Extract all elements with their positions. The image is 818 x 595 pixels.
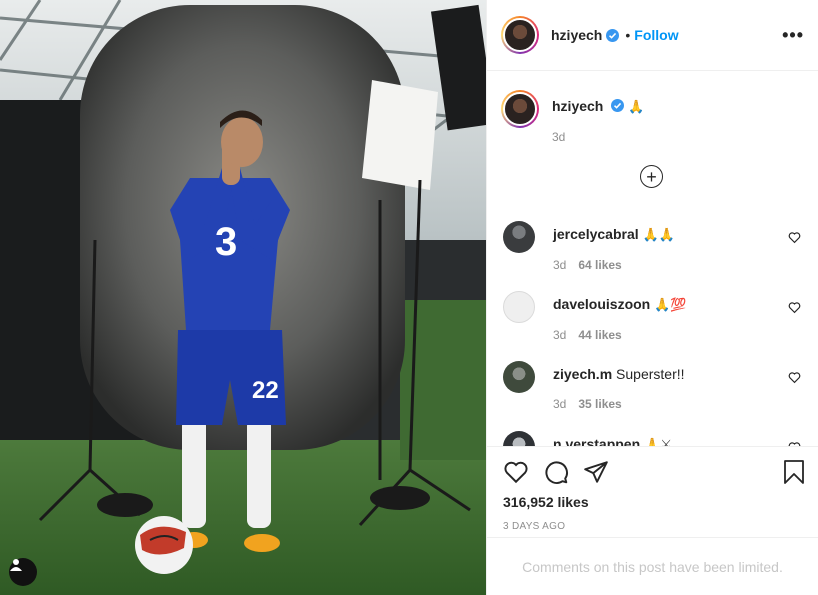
post-header: hziyech • Follow ••• <box>487 0 818 71</box>
comment-likes[interactable]: 35 likes <box>578 397 621 411</box>
comment-item: ziyech.m Superster!! 3d 35 likes <box>503 361 803 411</box>
comment-avatar[interactable] <box>503 221 535 253</box>
comment-text: 🙏💯 <box>654 298 687 313</box>
comment-username[interactable]: ziyech.m <box>553 366 612 382</box>
verified-badge-icon <box>606 28 620 42</box>
caption-text: 🙏 <box>628 100 645 115</box>
likes-count[interactable]: 316,952 likes <box>503 494 802 510</box>
comment-item: n.verstappen 🙏⚔ <box>503 431 803 446</box>
caption-avatar[interactable] <box>501 90 539 128</box>
heart-icon[interactable] <box>788 371 801 384</box>
comment-likes[interactable]: 64 likes <box>578 258 621 272</box>
comment-username[interactable]: jercelycabral <box>553 226 639 242</box>
comment-avatar[interactable] <box>503 431 535 446</box>
svg-text:22: 22 <box>252 377 279 404</box>
user-icon <box>10 559 22 571</box>
comment-time[interactable]: 3d <box>553 328 566 342</box>
comment-time[interactable]: 3d <box>553 258 566 272</box>
posted-time[interactable]: 3 DAYS AGO <box>503 521 802 532</box>
verified-badge-icon <box>611 99 625 112</box>
comment-text: 🙏🙏 <box>642 228 675 243</box>
comment-avatar[interactable] <box>503 361 535 393</box>
more-options-button[interactable]: ••• <box>782 25 804 46</box>
comment-text: 🙏⚔ <box>644 438 672 446</box>
post-photo[interactable]: 22 3 <box>0 0 486 595</box>
author-avatar[interactable] <box>501 16 539 54</box>
heart-icon[interactable] <box>503 459 529 485</box>
bookmark-icon[interactable] <box>782 459 806 485</box>
comment-icon[interactable] <box>543 459 569 485</box>
comment-username[interactable]: n.verstappen <box>553 436 640 446</box>
post-side-panel: hziyech • Follow ••• hziyech 🙏 3d + jerc… <box>486 0 818 595</box>
comment-time[interactable]: 3d <box>553 397 566 411</box>
heart-icon[interactable] <box>788 301 801 314</box>
comment-item: davelouiszoon 🙏💯 3d 44 likes <box>503 291 803 342</box>
photo-illustration: 22 3 <box>0 0 486 595</box>
caption-username[interactable]: hziyech <box>552 98 603 114</box>
comment-avatar[interactable] <box>503 291 535 323</box>
caption-time[interactable]: 3d <box>552 130 644 144</box>
comment-username[interactable]: davelouiszoon <box>553 296 650 312</box>
heart-icon[interactable] <box>788 231 801 244</box>
separator-dot: • <box>625 27 631 43</box>
instagram-post-modal: 22 3 hziyech • Follow ••• hziyech 🙏 3d +… <box>0 0 818 595</box>
comment-text: Superster!! <box>616 366 685 382</box>
post-actions: 316,952 likes 3 DAYS AGO <box>487 446 818 538</box>
paper-plane-icon[interactable] <box>583 459 609 485</box>
post-caption: hziyech 🙏 3d <box>501 90 644 144</box>
tagged-users-button[interactable] <box>9 558 37 586</box>
load-more-comments-button[interactable]: + <box>640 165 663 188</box>
comments-list[interactable]: hziyech 🙏 3d + jercelycabral 🙏🙏 3d 64 li… <box>487 71 818 446</box>
comment-likes[interactable]: 44 likes <box>578 328 621 342</box>
comment-item: jercelycabral 🙏🙏 3d 64 likes <box>503 221 803 272</box>
svg-text:3: 3 <box>215 220 237 264</box>
follow-button[interactable]: Follow <box>634 27 678 43</box>
comments-limited-notice: Comments on this post have been limited. <box>522 558 783 575</box>
author-username[interactable]: hziyech <box>551 27 602 43</box>
